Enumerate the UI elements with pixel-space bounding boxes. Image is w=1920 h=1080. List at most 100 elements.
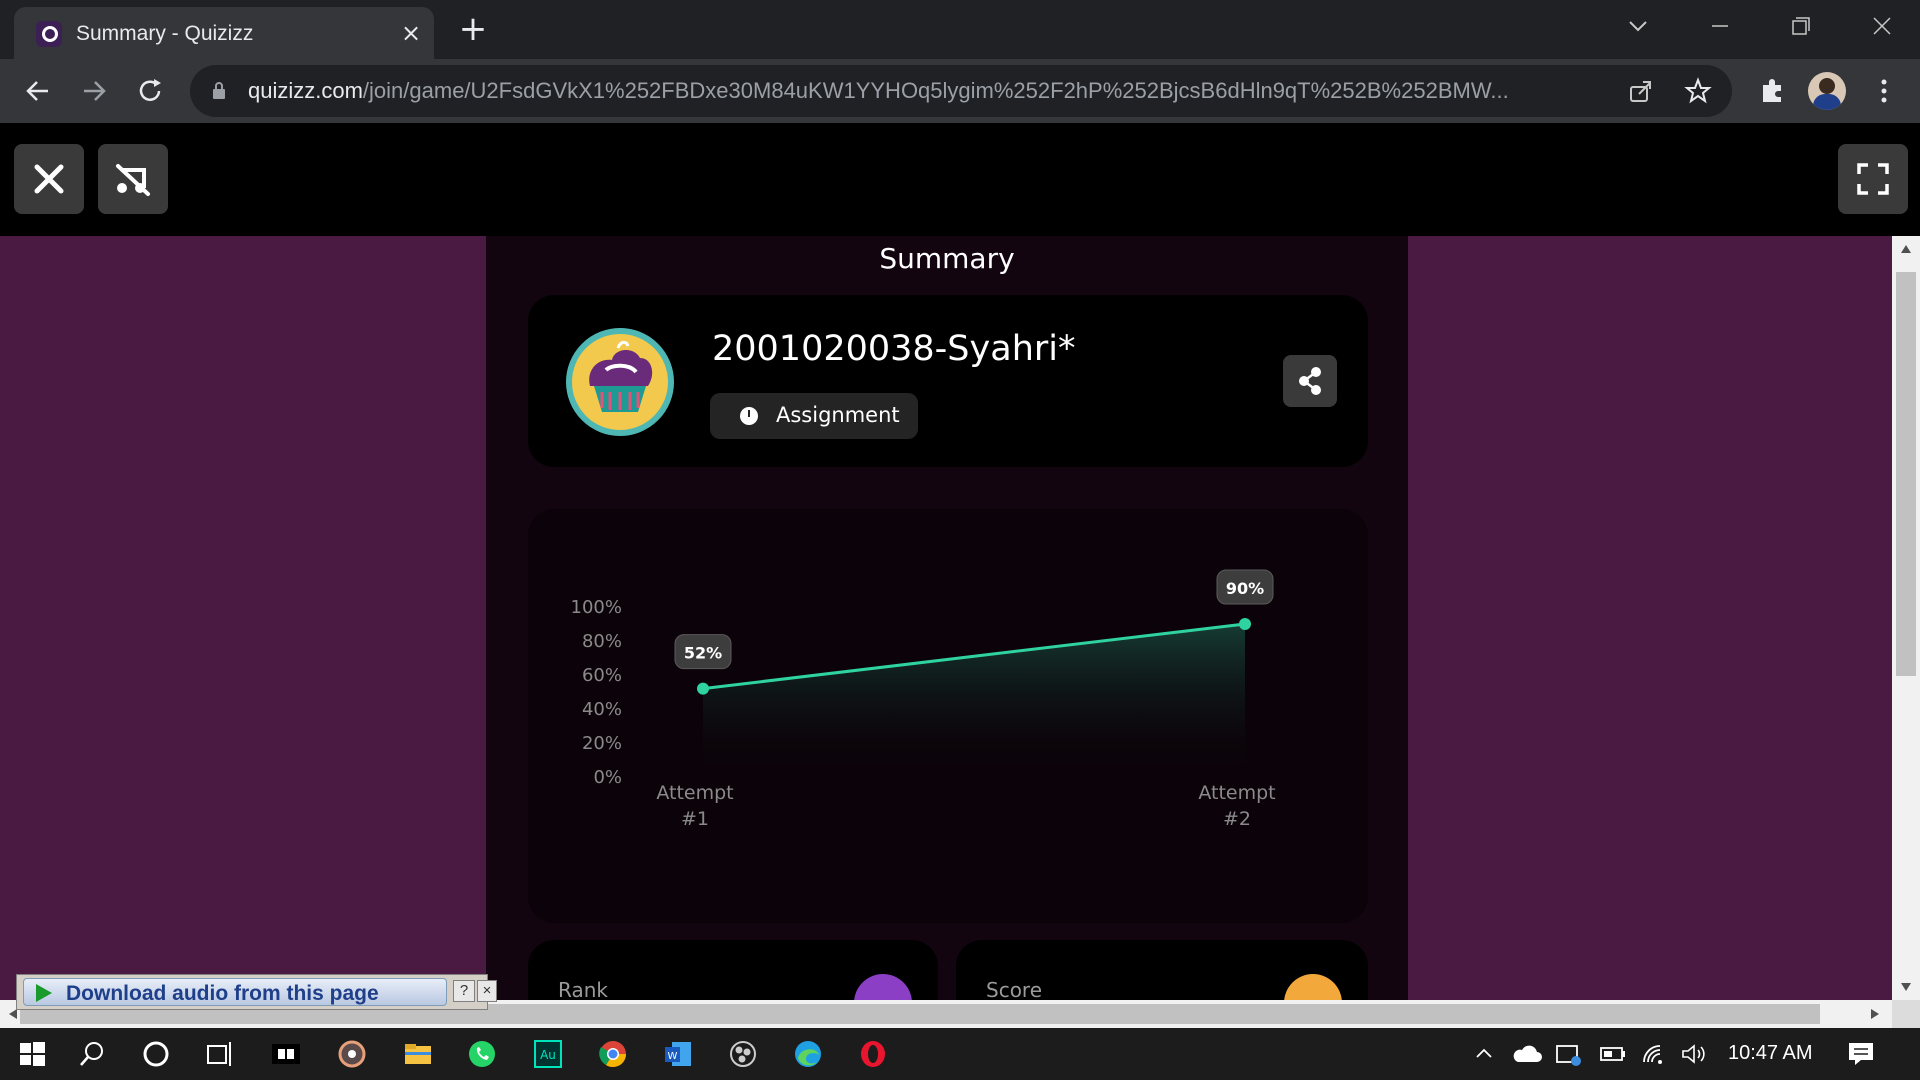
restore-icon[interactable]: [1780, 8, 1820, 44]
y-tick-label: 0%: [593, 767, 622, 788]
url-text[interactable]: quizizz.com/join/game/U2FsdGVkX1%252FBDx…: [248, 78, 1618, 104]
score-card: Score: [956, 940, 1368, 1000]
scroll-down-arrow-icon[interactable]: [1900, 982, 1912, 992]
close-window-icon[interactable]: [1862, 8, 1902, 44]
attempts-chart-card: 0% 20% 40% 60% 80% 100% Attempt #1 Attempt #2 52…: [528, 509, 1368, 923]
player-card: 2001020038-Syahri* Assignment: [528, 295, 1368, 467]
share-icon: [1299, 367, 1321, 395]
page-title: Summary: [879, 242, 1015, 275]
close-quiz-button[interactable]: [14, 144, 84, 214]
download-audio-bar: Download audio from this page ? ×: [16, 974, 497, 1010]
assignment-badge: Assignment: [710, 393, 918, 439]
bookmark-star-icon[interactable]: [1684, 77, 1712, 105]
notifications-icon[interactable]: [1846, 1040, 1876, 1068]
scroll-up-arrow-icon[interactable]: [1900, 244, 1912, 254]
extensions-puzzle-icon[interactable]: [1752, 71, 1792, 111]
player-name: 2001020038-Syahri*: [712, 329, 1076, 369]
whatsapp-icon[interactable]: [466, 1038, 498, 1070]
summary-panel: Summary 2001020038-Syahri* Assignment 0%…: [486, 236, 1408, 1000]
rank-icon: [854, 974, 912, 1000]
search-icon[interactable]: [76, 1038, 108, 1070]
download-audio-label: Download audio from this page: [66, 982, 379, 1005]
minimize-icon[interactable]: [1700, 8, 1740, 44]
tab-search-chevron-icon[interactable]: [1618, 8, 1658, 44]
play-icon: [36, 984, 52, 1002]
close-bar-button[interactable]: ×: [477, 980, 497, 1002]
y-tick-label: 100%: [571, 597, 622, 618]
chrome-icon[interactable]: [597, 1038, 629, 1070]
reload-icon[interactable]: [130, 71, 170, 111]
dolby-app-icon[interactable]: [270, 1038, 302, 1070]
score-label: Score: [986, 978, 1043, 1000]
opera-icon[interactable]: [857, 1038, 889, 1070]
url-host: quizizz.com: [248, 78, 363, 103]
score-icon: [1284, 974, 1342, 1000]
browser-tab-strip: Summary - Quizizz × +: [0, 0, 1920, 59]
cortana-icon[interactable]: [140, 1038, 172, 1070]
show-hidden-icons-chevron-icon[interactable]: [1474, 1044, 1494, 1064]
clock-icon: [740, 407, 758, 425]
y-tick-label: 20%: [582, 733, 622, 754]
onedrive-cloud-icon[interactable]: [1512, 1042, 1542, 1066]
series-area: [703, 624, 1245, 777]
svg-text:Au: Au: [540, 1048, 556, 1062]
edge-icon[interactable]: [792, 1038, 824, 1070]
value-label: 90%: [1226, 579, 1264, 598]
rank-card: Rank: [528, 940, 938, 1000]
download-audio-button[interactable]: Download audio from this page: [23, 978, 447, 1006]
avatar: [566, 328, 674, 436]
value-label: 52%: [684, 644, 722, 663]
share-button[interactable]: [1283, 355, 1337, 407]
scrollbar-corner: [1892, 1000, 1920, 1028]
task-view-icon[interactable]: [204, 1038, 236, 1070]
svg-text:W: W: [668, 1051, 678, 1062]
address-bar[interactable]: quizizz.com/join/game/U2FsdGVkX1%252FBDx…: [190, 65, 1732, 117]
x-tick-label: Attempt #1: [656, 782, 733, 830]
attempts-line-chart: 0% 20% 40% 60% 80% 100% Attempt #1 Attempt #2 52…: [571, 569, 1276, 830]
windows-start-icon[interactable]: [16, 1038, 48, 1070]
fullscreen-button[interactable]: [1838, 144, 1908, 214]
mute-music-button[interactable]: [98, 144, 168, 214]
data-point: [1239, 618, 1251, 630]
obs-icon[interactable]: [727, 1038, 759, 1070]
vertical-scroll-thumb[interactable]: [1896, 272, 1916, 676]
battery-icon[interactable]: [1598, 1042, 1628, 1066]
close-icon: [34, 164, 64, 194]
new-tab-button[interactable]: +: [455, 12, 491, 48]
file-explorer-icon[interactable]: [402, 1038, 434, 1070]
y-tick-label: 40%: [582, 699, 622, 720]
page-content: Summary 2001020038-Syahri* Assignment 0%…: [0, 236, 1892, 1000]
rank-label: Rank: [558, 978, 608, 1000]
browser-tab[interactable]: Summary - Quizizz ×: [14, 7, 434, 59]
tab-title: Summary - Quizizz: [76, 22, 254, 45]
y-tick-label: 60%: [582, 665, 622, 686]
tab-close-icon[interactable]: ×: [397, 19, 425, 47]
meet-now-icon[interactable]: [1554, 1042, 1584, 1066]
windows-taskbar: Au W 10:47 AM: [0, 1028, 1920, 1080]
taskbar-clock[interactable]: 10:47 AM: [1728, 1042, 1813, 1065]
back-arrow-icon[interactable]: [18, 71, 58, 111]
share-page-icon[interactable]: [1628, 78, 1654, 104]
vertical-scrollbar[interactable]: [1892, 236, 1920, 1000]
url-path: /join/game/U2FsdGVkX1%252FBDxe30M84uKW1Y…: [362, 78, 1509, 103]
wifi-icon[interactable]: [1640, 1042, 1668, 1066]
volume-icon[interactable]: [1680, 1042, 1708, 1066]
profile-avatar[interactable]: [1808, 72, 1846, 110]
assignment-label: Assignment: [776, 403, 900, 427]
app-header: [0, 123, 1920, 236]
x-tick-label: Attempt #2: [1198, 782, 1275, 830]
word-icon[interactable]: W: [662, 1038, 694, 1070]
cupcake-avatar-icon: [589, 340, 653, 412]
more-menu-icon[interactable]: [1864, 71, 1904, 111]
quizizz-favicon-icon: [36, 21, 62, 47]
audition-icon[interactable]: Au: [532, 1038, 564, 1070]
fullscreen-icon: [1857, 163, 1889, 195]
y-tick-label: 80%: [582, 631, 622, 652]
lock-icon[interactable]: [212, 82, 226, 99]
music-off-icon: [116, 164, 150, 196]
browser-toolbar: quizizz.com/join/game/U2FsdGVkX1%252FBDx…: [0, 59, 1920, 123]
media-player-icon[interactable]: [336, 1038, 368, 1070]
help-button[interactable]: ?: [453, 980, 475, 1002]
forward-arrow-icon[interactable]: [74, 71, 114, 111]
scroll-right-arrow-icon[interactable]: [1870, 1008, 1880, 1020]
